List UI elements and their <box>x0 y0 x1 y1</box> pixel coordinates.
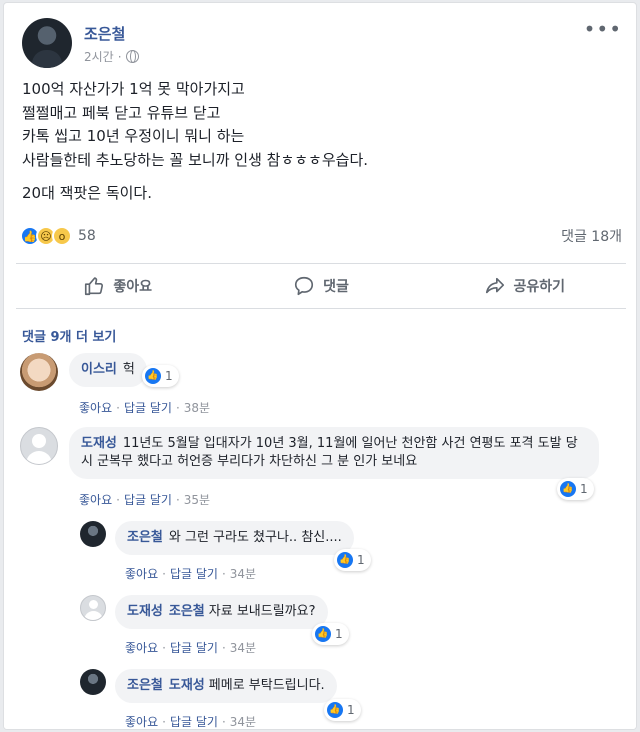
comment-bubble: 도재성 11년도 5월달 입대자가 10년 3월, 11월에 일어난 천안함 사건… <box>69 427 599 479</box>
comment-time[interactable]: 35분 <box>184 493 210 507</box>
comment-like-badge[interactable]: 👍 1 <box>557 478 594 500</box>
comment-reply-link[interactable]: 답글 달기 <box>124 493 172 507</box>
comment-like-count: 1 <box>580 482 588 496</box>
post-time[interactable]: 2시간 <box>84 48 114 65</box>
post-line: 100억 자산가가 1억 못 막아가지고 <box>22 80 245 98</box>
comment-like-link[interactable]: 좋아요 <box>79 401 112 415</box>
replier-name[interactable]: 조은철 <box>127 678 163 693</box>
commenter-name[interactable]: 도재성 <box>81 436 117 451</box>
reply-item: 조은철 와 그런 구라도 쳤구나.. 참신.... 👍 1 좋아요 · 답글 달기 · 3… <box>80 521 600 587</box>
comment-actions: 좋아요 · 답글 달기 · 35분 <box>79 493 211 507</box>
action-bar: 좋아요 댓글 공유하기 <box>16 263 626 309</box>
reply-item: 조은철 도재성 페메로 부탁드립니다. 👍 1 좋아요 · 답글 달기 · 34분 <box>80 669 600 729</box>
mention-link[interactable]: 조은철 <box>169 604 205 619</box>
comment-count[interactable]: 댓글 18개 <box>561 226 622 246</box>
reply-actions: 좋아요 · 답글 달기 · 34분 <box>125 641 257 655</box>
comment-actions: 좋아요 · 답글 달기 · 38분 <box>79 401 211 415</box>
share-button[interactable]: 공유하기 <box>423 264 626 308</box>
post-body: 100억 자산가가 1억 못 막아가지고 쩔쩔매고 페북 닫고 유튜브 닫고 카… <box>22 78 622 206</box>
replier-name[interactable]: 도재성 <box>127 604 163 619</box>
like-reaction-icon: 👍 <box>315 626 331 642</box>
reactions-summary[interactable]: 👍 ☹ o 58 <box>20 226 96 246</box>
share-label: 공유하기 <box>513 279 566 295</box>
comment-item: 도재성 11년도 5월달 입대자가 10년 3월, 11월에 일어난 천안함 사건… <box>20 427 620 513</box>
reply-bubble: 조은철 와 그런 구라도 쳤구나.. 참신.... <box>115 521 354 555</box>
reply-reply-link[interactable]: 답글 달기 <box>170 567 218 581</box>
post-line: 사람들한테 추노당하는 꼴 보니까 인생 참ㅎㅎㅎ우습다. <box>22 150 369 169</box>
reply-text: 와 그런 구라도 쳤구나.. 참신.... <box>168 530 342 545</box>
commenter-avatar[interactable] <box>20 353 58 391</box>
comments-section: 댓글 9개 더 보기 이스리 헉 👍 1 좋아요 · 답글 달기 · 38분 도재성 11년… <box>4 309 636 729</box>
view-more-comments-link[interactable]: 댓글 9개 더 보기 <box>22 326 116 345</box>
like-reaction-icon: 👍 <box>560 481 576 497</box>
comment-item: 이스리 헉 👍 1 좋아요 · 답글 달기 · 38분 <box>20 353 620 423</box>
like-button[interactable]: 좋아요 <box>16 264 219 308</box>
like-reaction-icon: 👍 <box>337 552 353 568</box>
post-line: 쩔쩔매고 페북 닫고 유튜브 닫고 <box>22 103 221 122</box>
reply-bubble: 조은철 도재성 페메로 부탁드립니다. <box>115 669 337 703</box>
comment-button[interactable]: 댓글 <box>219 264 422 308</box>
mention-link[interactable]: 도재성 <box>169 678 205 693</box>
reply-item: 도재성 조은철 자료 보내드릴까요? 👍 1 좋아요 · 답글 달기 · 34분 <box>80 595 600 661</box>
commenter-name[interactable]: 이스리 <box>81 362 117 377</box>
comment-bubble: 이스리 헉 <box>69 353 147 387</box>
comment-like-badge[interactable]: 👍 1 <box>142 365 179 387</box>
author-name[interactable]: 조은철 <box>84 23 125 44</box>
comment-time[interactable]: 38분 <box>184 401 210 415</box>
reply-like-count: 1 <box>357 553 365 567</box>
reply-like-count: 1 <box>347 703 355 717</box>
reply-reply-link[interactable]: 답글 달기 <box>170 641 218 655</box>
post-line: 카톡 씹고 10년 우정이니 뭐니 하는 <box>22 127 245 145</box>
reply-text: 자료 보내드릴까요? <box>208 604 316 619</box>
reply-time[interactable]: 34분 <box>230 641 256 655</box>
reply-time[interactable]: 34분 <box>230 715 256 729</box>
reply-like-count: 1 <box>335 627 343 641</box>
reply-actions: 좋아요 · 답글 달기 · 34분 <box>125 567 257 581</box>
reply-like-link[interactable]: 좋아요 <box>125 641 158 655</box>
post-line: 20대 잭팟은 독이다. <box>22 184 152 202</box>
reply-text: 페메로 부탁드립니다. <box>208 678 325 693</box>
commenter-avatar[interactable] <box>20 427 58 465</box>
wow-reaction-icon: o <box>52 226 72 246</box>
author-avatar[interactable] <box>22 18 72 68</box>
post-card: 조은철 2시간 · ••• 100억 자산가가 1억 못 막아가지고 쩔쩔매고 … <box>3 2 637 730</box>
reply-reply-link[interactable]: 답글 달기 <box>170 715 218 729</box>
replier-avatar[interactable] <box>80 595 106 621</box>
share-icon <box>484 275 506 297</box>
comment-text: 11년도 5월달 입대자가 10년 3월, 11월에 일어난 천안함 사건 연평… <box>81 436 578 469</box>
reply-like-link[interactable]: 좋아요 <box>125 715 158 729</box>
comment-label: 댓글 <box>323 279 349 295</box>
replier-avatar[interactable] <box>80 521 106 547</box>
like-reaction-icon: 👍 <box>327 702 343 718</box>
comment-text: 헉 <box>122 362 135 377</box>
post-stats: 👍 ☹ o 58 댓글 18개 <box>20 223 622 249</box>
comment-like-count: 1 <box>165 369 173 383</box>
reply-actions: 좋아요 · 답글 달기 · 34분 <box>125 715 257 729</box>
comment-icon <box>293 275 315 297</box>
reply-bubble: 도재성 조은철 자료 보내드릴까요? <box>115 595 328 629</box>
comment-reply-link[interactable]: 답글 달기 <box>124 401 172 415</box>
replier-avatar[interactable] <box>80 669 106 695</box>
like-reaction-icon: 👍 <box>145 368 161 384</box>
reply-like-badge[interactable]: 👍 1 <box>312 623 349 645</box>
replier-name[interactable]: 조은철 <box>127 530 163 545</box>
reaction-count[interactable]: 58 <box>78 228 96 244</box>
like-label: 좋아요 <box>113 279 152 295</box>
like-thumb-icon <box>83 275 105 297</box>
comment-like-link[interactable]: 좋아요 <box>79 493 112 507</box>
reply-like-badge[interactable]: 👍 1 <box>324 699 361 721</box>
meta-separator: · <box>117 49 122 64</box>
reply-like-badge[interactable]: 👍 1 <box>334 549 371 571</box>
reply-time[interactable]: 34분 <box>230 567 256 581</box>
reply-like-link[interactable]: 좋아요 <box>125 567 158 581</box>
more-options-button[interactable]: ••• <box>584 17 622 41</box>
globe-icon[interactable] <box>125 50 139 63</box>
post-meta: 2시간 · <box>84 48 139 65</box>
